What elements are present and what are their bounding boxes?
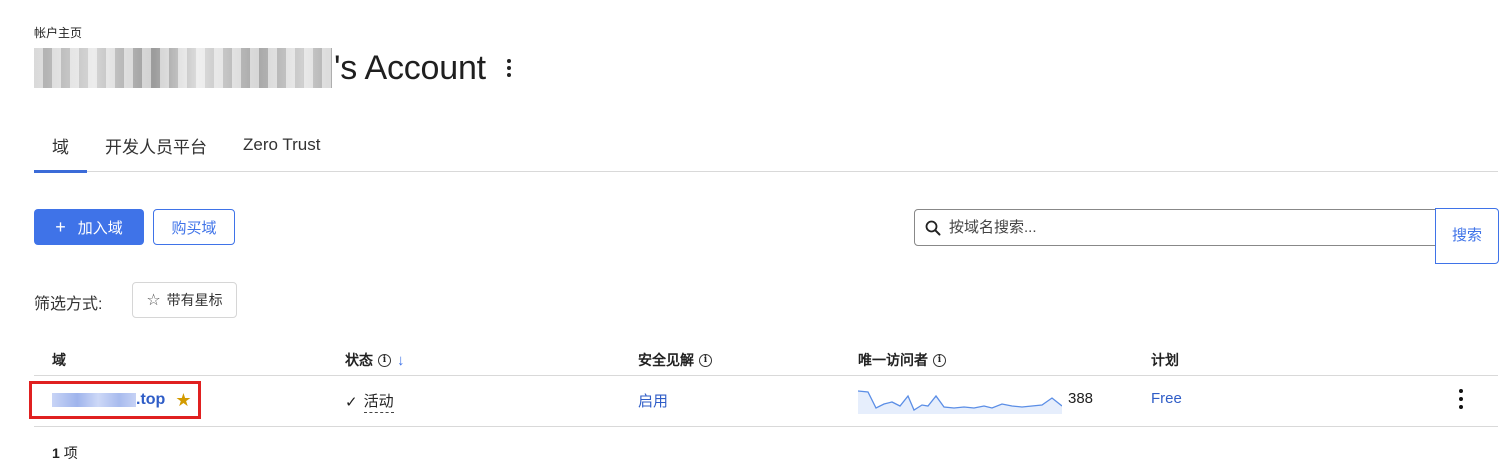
check-icon: ✓ — [345, 393, 358, 411]
status-cell: ✓ 活动 — [345, 390, 394, 413]
plus-icon: + — [55, 216, 66, 237]
column-header-status-label: 状态 — [345, 352, 373, 368]
visitors-sparkline — [858, 390, 1062, 414]
search-icon — [925, 220, 941, 235]
info-icon[interactable]: i — [378, 353, 391, 367]
table-divider — [34, 375, 1498, 376]
status-text[interactable]: 活动 — [363, 390, 394, 413]
item-count: 1 项 — [52, 443, 78, 460]
column-header-security[interactable]: 安全见解 i — [638, 350, 712, 370]
column-header-plan-label: 计划 — [1151, 352, 1179, 368]
security-insights-link[interactable]: 启用 — [638, 390, 668, 411]
column-header-plan[interactable]: 计划 — [1151, 350, 1179, 370]
item-count-number: 1 — [52, 445, 60, 460]
breadcrumb: 帐户主页 — [34, 26, 83, 40]
tab-zero-trust[interactable]: Zero Trust — [225, 118, 338, 172]
domain-cell-highlighted[interactable]: .top ★ — [29, 381, 201, 419]
filter-label: 筛选方式: — [34, 296, 103, 313]
add-domain-label: 加入域 — [77, 219, 123, 237]
tab-developer-platform[interactable]: 开发人员平台 — [87, 118, 225, 172]
starred-filter-label: 带有星标 — [166, 292, 223, 308]
star-icon[interactable]: ★ — [175, 390, 191, 411]
search-field[interactable] — [914, 209, 1436, 246]
info-icon[interactable]: i — [933, 353, 946, 367]
tab-domains[interactable]: 域 — [34, 118, 87, 173]
item-count-unit: 项 — [63, 445, 78, 460]
domain-link[interactable]: .top — [136, 391, 165, 409]
add-domain-button[interactable]: + 加入域 — [34, 209, 144, 245]
redacted-domain-name — [52, 393, 136, 407]
column-header-security-label: 安全见解 — [638, 352, 694, 368]
star-outline-icon: ☆ — [146, 292, 161, 309]
account-menu-kebab-icon[interactable] — [502, 56, 516, 80]
redacted-account-name — [34, 48, 332, 88]
column-header-status[interactable]: 状态 i ↓ — [345, 350, 405, 370]
plan-link[interactable]: Free — [1151, 390, 1182, 407]
unique-visitors-value: 388 — [1068, 390, 1094, 407]
info-icon[interactable]: i — [699, 353, 712, 367]
column-header-visitors[interactable]: 唯一访问者 i — [858, 350, 946, 370]
sort-down-icon[interactable]: ↓ — [397, 352, 405, 369]
buy-domain-button[interactable]: 购买域 — [153, 209, 235, 245]
page-title: 's Account — [34, 46, 516, 90]
row-actions-kebab-icon[interactable] — [1456, 389, 1466, 409]
column-header-domain[interactable]: 域 — [52, 350, 66, 370]
starred-filter-chip[interactable]: ☆ 带有星标 — [132, 282, 237, 318]
search-input[interactable] — [949, 219, 1429, 236]
search-button[interactable]: 搜索 — [1435, 208, 1499, 264]
table-divider — [34, 426, 1498, 427]
column-header-domain-label: 域 — [52, 352, 66, 368]
tab-bar: 域 开发人员平台 Zero Trust — [34, 118, 1498, 173]
page-title-suffix: 's Account — [334, 48, 486, 87]
column-header-visitors-label: 唯一访问者 — [858, 352, 928, 368]
